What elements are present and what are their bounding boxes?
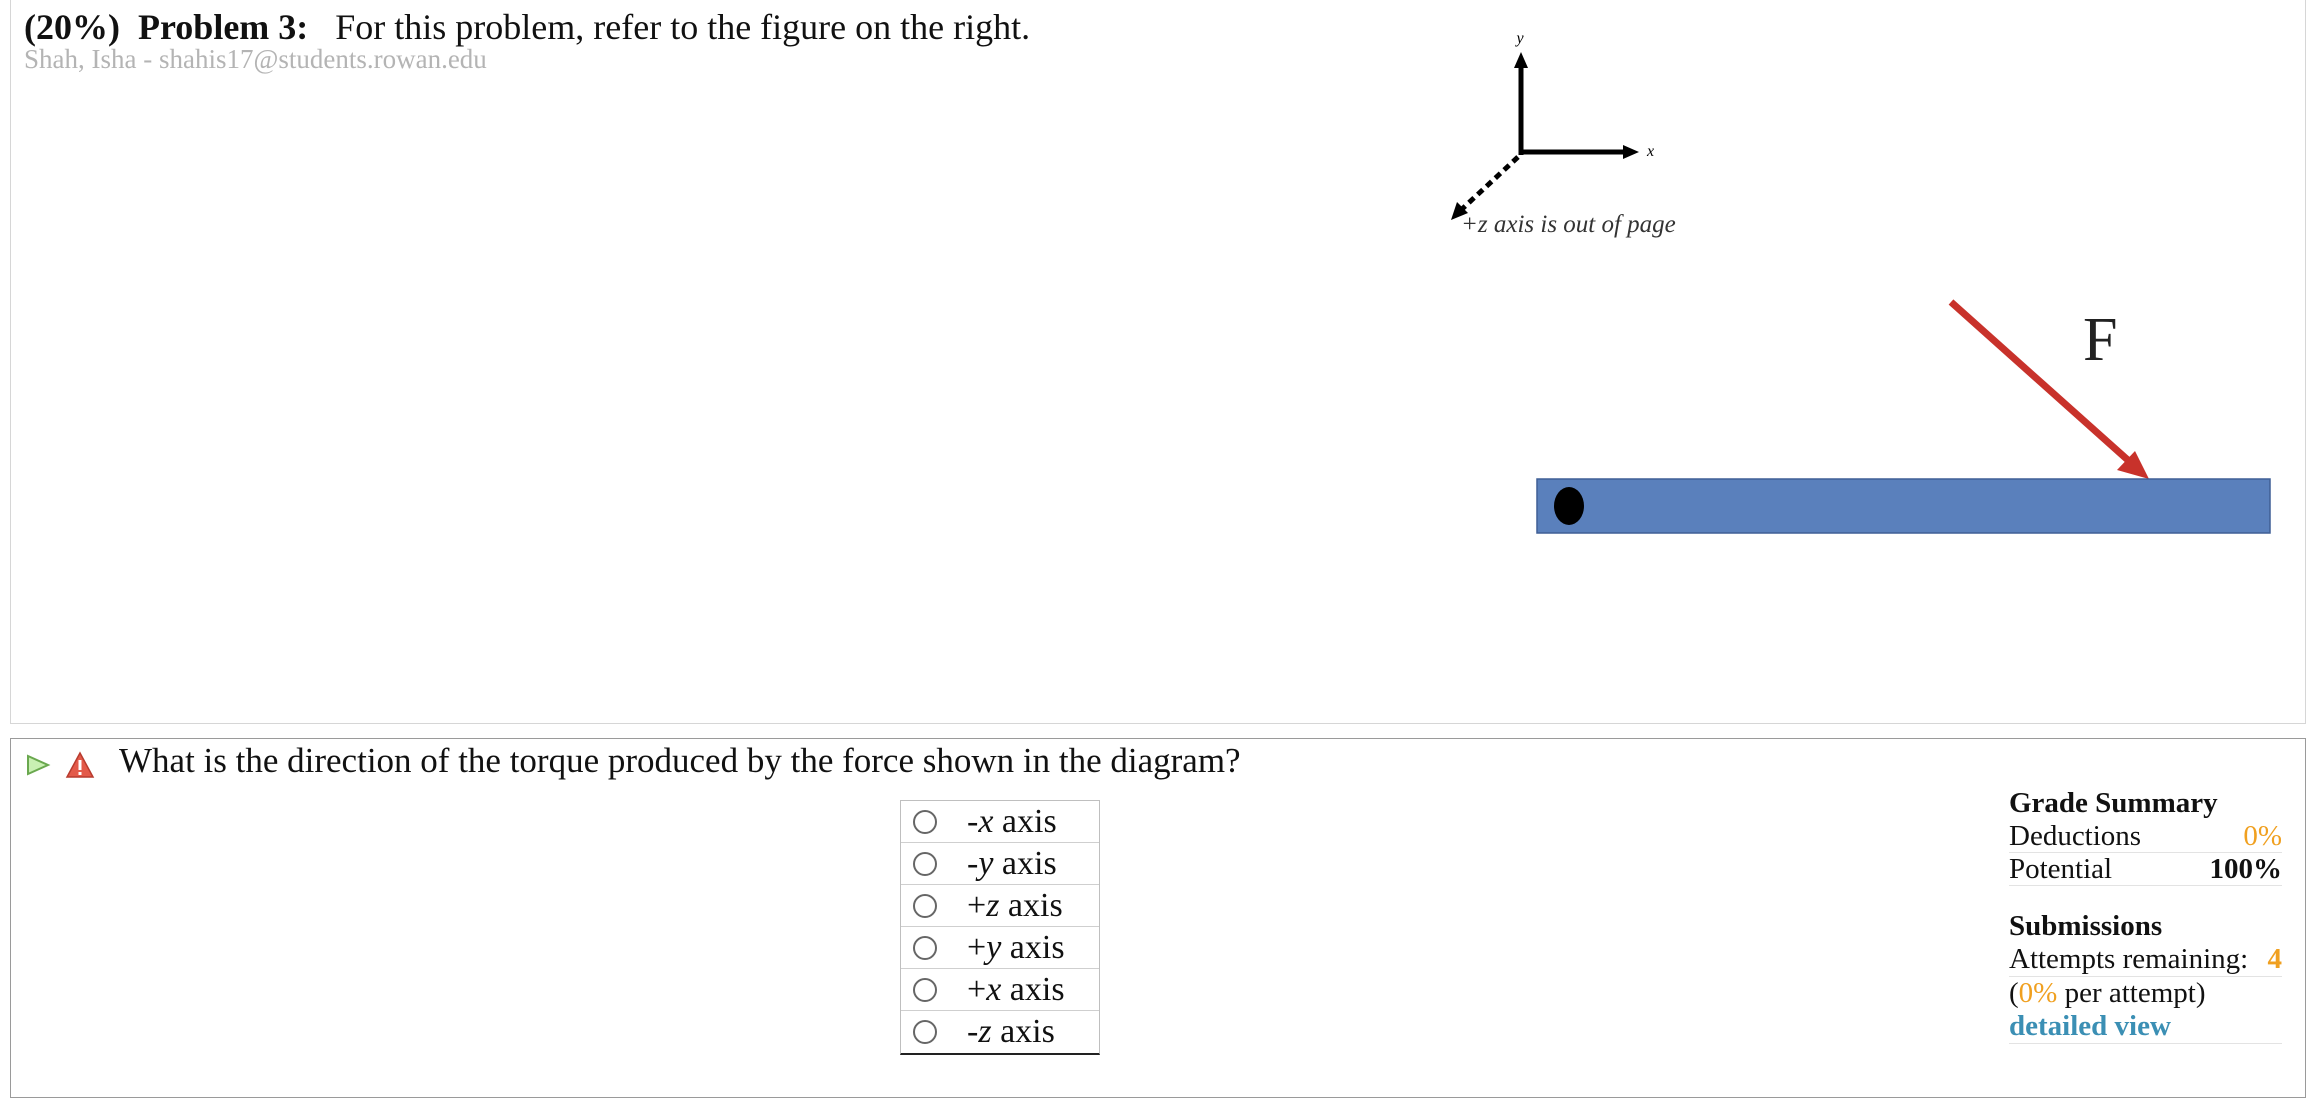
choice-label: +y axis: [967, 928, 1065, 966]
choice-label: -x axis: [967, 802, 1057, 840]
deductions-row: Deductions 0%: [2009, 820, 2282, 853]
choice-plus-x-axis[interactable]: +x axis: [901, 969, 1099, 1011]
potential-label: Potential: [2009, 852, 2113, 885]
force-label: F: [2083, 306, 2117, 374]
radio-button[interactable]: [913, 851, 937, 876]
choice-minus-x-axis[interactable]: -x axis: [901, 801, 1099, 843]
play-triangle-icon[interactable]: [25, 753, 51, 777]
grade-summary-heading: Grade Summary: [2009, 787, 2218, 819]
choice-label: -z axis: [967, 1013, 1055, 1050]
warning-icon: [65, 751, 95, 778]
attempts-value: 4: [2267, 943, 2283, 975]
potential-value: 100%: [2209, 852, 2283, 885]
choice-minus-y-axis[interactable]: -y axis: [901, 843, 1099, 885]
deductions-value: 0%: [2243, 819, 2282, 852]
radio-button[interactable]: [913, 1020, 937, 1044]
detailed-view-link[interactable]: detailed view: [2009, 1010, 2171, 1042]
radio-button[interactable]: [913, 809, 937, 834]
radio-button[interactable]: [913, 935, 937, 960]
per-attempt-value: 0%: [2018, 977, 2058, 1009]
attempts-label: Attempts remaining:: [2009, 943, 2249, 975]
choice-label: +x axis: [967, 970, 1065, 1008]
rigid-bar: [1536, 478, 2271, 534]
problem-panel: (20%) Problem 3: For this problem, refer…: [10, 0, 2306, 724]
y-axis-label: y: [1514, 30, 1524, 47]
force-arrow: [1948, 299, 2149, 479]
submissions-heading: Submissions: [2009, 910, 2163, 942]
answer-choices: -x axis -y axis +z axis +y axis +x axis …: [900, 800, 1100, 1055]
grade-summary: Grade Summary Deductions 0% Potential 10…: [2009, 787, 2282, 1044]
attempts-row: Attempts remaining: 4: [2009, 943, 2282, 977]
question-panel: What is the direction of the torque prod…: [10, 738, 2306, 1098]
question-icons: [25, 751, 95, 779]
choice-label: +z axis: [967, 886, 1063, 924]
axes-diagram: y x +z axis is out of page: [1451, 30, 1676, 238]
problem-figure: y x +z axis is out of page F: [1451, 30, 2271, 534]
pivot-point: [1554, 487, 1584, 525]
z-axis-note: +z axis is out of page: [1461, 211, 1676, 238]
choice-label: -y axis: [967, 844, 1057, 882]
radio-button[interactable]: [913, 893, 937, 918]
per-attempt-row: (0% per attempt): [2009, 977, 2206, 1009]
x-axis-label: x: [1646, 143, 1654, 160]
choice-minus-z-axis[interactable]: -z axis: [901, 1011, 1099, 1053]
potential-row: Potential 100%: [2009, 853, 2282, 886]
radio-button[interactable]: [913, 977, 937, 1002]
question-text: What is the direction of the torque prod…: [119, 741, 1241, 780]
deductions-label: Deductions: [2009, 819, 2142, 852]
choice-plus-z-axis[interactable]: +z axis: [901, 885, 1099, 927]
choice-plus-y-axis[interactable]: +y axis: [901, 927, 1099, 969]
